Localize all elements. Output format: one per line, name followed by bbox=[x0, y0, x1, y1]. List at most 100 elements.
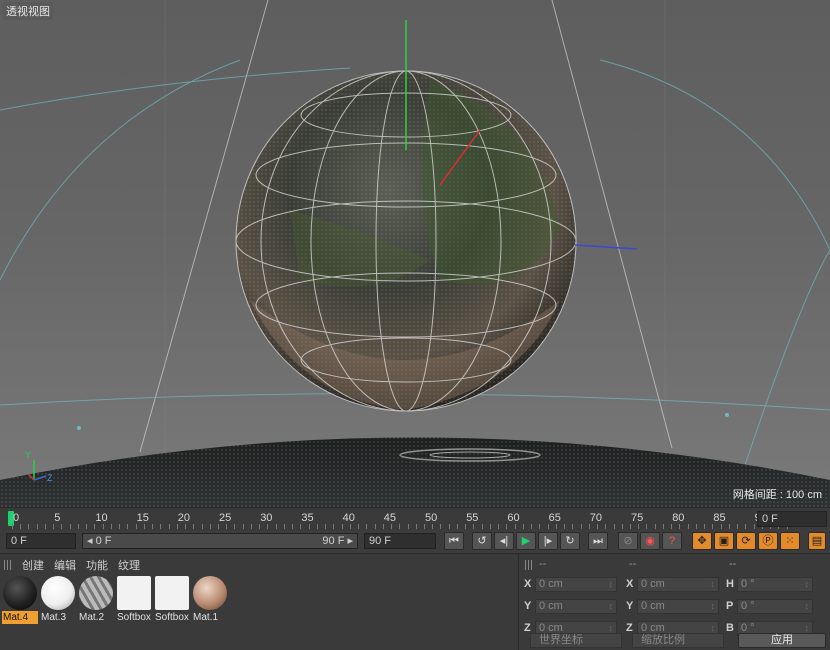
coord-value-field[interactable]: 0 ° bbox=[737, 577, 813, 592]
step-forward-icon: |▸ bbox=[543, 535, 553, 547]
tick-label: 10 bbox=[95, 512, 108, 524]
material-label: Mat.3 bbox=[41, 612, 67, 623]
material-softbox-1[interactable]: Softbox bbox=[116, 576, 152, 624]
tick-label: 20 bbox=[177, 512, 191, 524]
grip-icon[interactable] bbox=[4, 560, 12, 570]
material-menu: 创建 编辑 功能 纹理 bbox=[0, 554, 518, 576]
size-header: -- bbox=[629, 558, 637, 570]
current-frame-field[interactable]: 0 F bbox=[6, 533, 76, 549]
skip-end-icon: ⏭ bbox=[593, 535, 603, 547]
coord-value-field[interactable]: 0 cm bbox=[637, 577, 719, 592]
tick-label: 5 bbox=[54, 512, 61, 524]
coord-value-field[interactable]: 0 cm bbox=[535, 599, 617, 614]
material-mat4[interactable]: Mat.4 bbox=[2, 576, 38, 624]
transport-bar: 0 F ◂ 0 F 90 F ▸ 90 F ⏮ ↺ ◂| ▶ |▸ ↻ ⏭ ⊘ … bbox=[0, 529, 830, 553]
record-button[interactable]: ◉ bbox=[640, 532, 660, 550]
menu-function[interactable]: 功能 bbox=[86, 557, 108, 573]
apply-button[interactable]: 应用 bbox=[738, 633, 826, 648]
scale-icon: ▣ bbox=[718, 535, 730, 547]
go-to-start-button[interactable]: ⏮ bbox=[444, 532, 464, 550]
coord-value-field[interactable]: 0 cm bbox=[637, 599, 719, 614]
tick-label: 40 bbox=[342, 512, 355, 524]
floor-grid bbox=[0, 437, 830, 507]
coord-axis-label: B bbox=[726, 622, 734, 634]
material-label: Mat.1 bbox=[193, 612, 219, 623]
tick-label: 50 bbox=[425, 512, 438, 524]
coord-value-field[interactable]: 0 cm bbox=[535, 577, 617, 592]
tick-label: 70 bbox=[589, 512, 603, 524]
rotate-key-button[interactable]: ⟳ bbox=[736, 532, 756, 550]
scale-mode-dropdown[interactable]: 缩放比例 bbox=[632, 633, 724, 648]
record-icon: ◉ bbox=[645, 535, 655, 547]
param-icon: Ⓟ bbox=[762, 535, 774, 547]
chevron-right-icon: ▸ bbox=[344, 535, 353, 547]
next-key-button[interactable]: ↻ bbox=[560, 532, 580, 550]
play-button[interactable]: ▶ bbox=[516, 532, 536, 550]
material-swatch bbox=[193, 576, 227, 610]
coord-axis-label: X bbox=[524, 578, 532, 590]
autokey-button[interactable]: ? bbox=[662, 532, 682, 550]
param-key-button[interactable]: Ⓟ bbox=[758, 532, 778, 550]
tick-label: 25 bbox=[219, 512, 232, 524]
material-mat2[interactable]: Mat.2 bbox=[78, 576, 114, 624]
material-manager: 创建 编辑 功能 纹理 Mat.4 Mat.3 Mat.2 Softbox So… bbox=[0, 553, 518, 650]
rotation-header: -- bbox=[729, 558, 737, 570]
play-icon: ▶ bbox=[521, 535, 531, 547]
material-swatch bbox=[41, 576, 75, 610]
material-swatch bbox=[155, 576, 189, 610]
tick-label: 55 bbox=[466, 512, 479, 524]
coord-value-field[interactable]: 0 ° bbox=[737, 599, 813, 614]
viewport-title[interactable]: 透视视图 bbox=[3, 2, 53, 20]
material-mat1[interactable]: Mat.1 bbox=[192, 576, 228, 624]
step-back-icon: ◂| bbox=[499, 535, 509, 547]
range-start: 0 F bbox=[95, 535, 112, 547]
coord-axis-label: H bbox=[726, 578, 734, 590]
previous-key-button[interactable]: ↺ bbox=[472, 532, 492, 550]
tick-label: 15 bbox=[136, 512, 149, 524]
previous-frame-button[interactable]: ◂| bbox=[494, 532, 514, 550]
coord-axis-label: Y bbox=[524, 600, 532, 612]
skip-start-icon: ⏮ bbox=[449, 535, 459, 547]
tick-label: 35 bbox=[301, 512, 314, 524]
timeline-ruler[interactable]: 051015202530354045505560657075808590 0 F bbox=[0, 507, 830, 530]
move-icon: ✥ bbox=[697, 535, 707, 547]
grip-icon[interactable] bbox=[525, 560, 533, 570]
material-mat3[interactable]: Mat.3 bbox=[40, 576, 76, 624]
go-to-end-button[interactable]: ⏭ bbox=[588, 532, 608, 550]
point-level-button[interactable]: ⁙ bbox=[780, 532, 800, 550]
end-frame-field[interactable]: 90 F bbox=[364, 533, 436, 549]
material-softbox-2[interactable]: Softbox bbox=[154, 576, 190, 624]
rotate-icon: ⟳ bbox=[741, 535, 751, 547]
menu-edit[interactable]: 编辑 bbox=[54, 557, 76, 573]
scale-key-button[interactable]: ▣ bbox=[714, 532, 734, 550]
material-swatch bbox=[79, 576, 113, 610]
axis-y-label: Y bbox=[25, 450, 31, 460]
menu-create[interactable]: 创建 bbox=[22, 557, 44, 573]
tick-label: 65 bbox=[548, 512, 561, 524]
tick-label: 0 bbox=[13, 512, 20, 524]
coord-axis-label: Y bbox=[626, 600, 634, 612]
move-key-button[interactable]: ✥ bbox=[692, 532, 712, 550]
timeline-frame-field[interactable]: 0 F bbox=[757, 511, 827, 527]
perspective-viewport[interactable]: Y Z 透视视图 网格间距 : 100 cm bbox=[0, 0, 830, 507]
tick-label: 85 bbox=[713, 512, 726, 524]
axis-z-label: Z bbox=[47, 473, 53, 483]
frame-range-slider[interactable]: ◂ 0 F 90 F ▸ bbox=[82, 533, 358, 549]
material-label: Mat.2 bbox=[79, 612, 105, 623]
film-icon: ▤ bbox=[811, 535, 823, 547]
menu-texture[interactable]: 纹理 bbox=[118, 557, 140, 573]
next-key-icon: ↻ bbox=[565, 535, 575, 547]
material-swatch bbox=[117, 576, 151, 610]
viewport-scene: Y Z bbox=[0, 0, 830, 507]
next-frame-button[interactable]: |▸ bbox=[538, 532, 558, 550]
key-icon: ⊘ bbox=[623, 535, 633, 547]
timeline-window-button[interactable]: ▤ bbox=[808, 532, 826, 550]
coord-mode-dropdown[interactable]: 世界坐标 bbox=[530, 633, 622, 648]
material-list: Mat.4 Mat.3 Mat.2 Softbox Softbox Mat.1 bbox=[0, 576, 518, 624]
coord-axis-label: X bbox=[626, 578, 634, 590]
material-label: Softbox bbox=[117, 612, 151, 623]
tick-label: 60 bbox=[507, 512, 520, 524]
tick-label: 45 bbox=[383, 512, 397, 524]
grid-spacing-readout: 网格间距 : 100 cm bbox=[732, 489, 822, 501]
record-disabled-button[interactable]: ⊘ bbox=[618, 532, 638, 550]
